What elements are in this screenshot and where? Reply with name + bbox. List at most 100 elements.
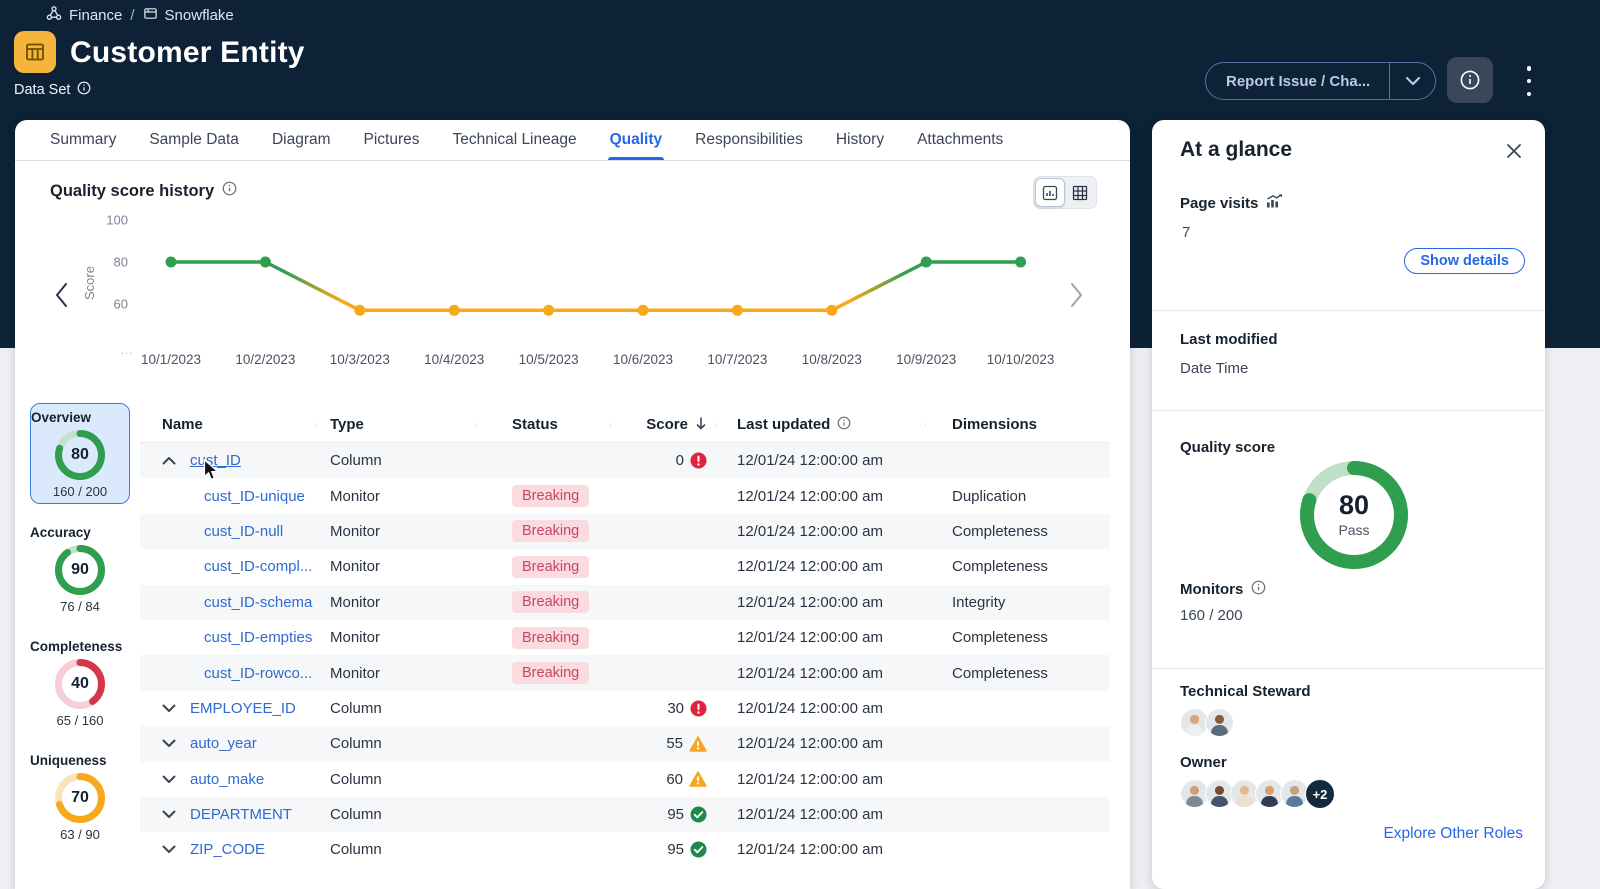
breadcrumb-domain[interactable]: Finance — [46, 5, 122, 25]
gauge-completeness[interactable]: Completeness 40 65 / 160 — [30, 633, 130, 732]
table-row-cust_ID-empties[interactable]: cust_ID-empties Monitor Breaking 12/01/2… — [140, 620, 1110, 655]
expand-row-icon[interactable] — [162, 810, 176, 819]
dimension-cell: Duplication — [952, 487, 1027, 505]
asset-link[interactable]: cust_ID-empties — [204, 629, 312, 646]
svg-text:10/6/2023: 10/6/2023 — [613, 352, 673, 367]
gauge-fraction: 65 / 160 — [56, 713, 104, 728]
divider — [1152, 310, 1545, 311]
svg-text:10/4/2023: 10/4/2023 — [424, 352, 484, 367]
score-cell: 30 — [610, 700, 715, 717]
status-cell: Breaking — [476, 555, 610, 578]
explore-other-roles-link[interactable]: Explore Other Roles — [1383, 825, 1523, 843]
svg-text:10/10/2023: 10/10/2023 — [987, 352, 1055, 367]
owner-overflow-badge[interactable]: +2 — [1305, 779, 1335, 809]
table-row-cust_ID-null[interactable]: cust_ID-null Monitor Breaking 12/01/24 1… — [140, 513, 1110, 550]
table-row-EMPLOYEE_ID[interactable]: EMPLOYEE_ID Column 30 12/01/24 12:00:00 … — [140, 691, 1110, 726]
asset-link[interactable]: cust_ID — [190, 452, 241, 469]
monitors-value: 160 / 200 — [1180, 607, 1243, 624]
table-row-auto_year[interactable]: auto_year Column 55 12/01/24 12:00:00 am — [140, 726, 1110, 762]
report-issue-caret-button[interactable] — [1389, 63, 1435, 99]
gauge-fraction: 160 / 200 — [52, 484, 108, 499]
tab-technical-lineage[interactable]: Technical Lineage — [453, 120, 577, 160]
chart-table-toggle — [1033, 176, 1097, 209]
tab-sample-data[interactable]: Sample Data — [149, 120, 239, 160]
score-value: 30 — [667, 699, 684, 717]
asset-link[interactable]: cust_ID-unique — [204, 488, 305, 505]
info-icon[interactable] — [837, 416, 851, 434]
asset-link[interactable]: auto_make — [190, 771, 264, 788]
svg-text:10/8/2023: 10/8/2023 — [802, 352, 862, 367]
last-updated-cell: 12/01/24 12:00:00 am — [737, 735, 883, 753]
last-updated-cell: 12/01/24 12:00:00 am — [737, 593, 883, 611]
table-row-cust_ID-unique[interactable]: cust_ID-unique Monitor Breaking 12/01/24… — [140, 478, 1110, 513]
asset-link[interactable]: cust_ID-schema — [204, 594, 312, 611]
page-title: Customer Entity — [70, 36, 305, 69]
expand-row-icon[interactable] — [162, 739, 176, 748]
tab-pictures[interactable]: Pictures — [364, 120, 420, 160]
tab-diagram[interactable]: Diagram — [272, 120, 331, 160]
column-header-last-updated[interactable]: Last updated — [715, 416, 925, 434]
asset-link[interactable]: DEPARTMENT — [190, 806, 292, 823]
kebab-menu-button[interactable] — [1520, 66, 1538, 96]
expand-row-icon[interactable] — [162, 775, 176, 784]
asset-link[interactable]: cust_ID-compl... — [204, 558, 312, 575]
gauge-accuracy[interactable]: Accuracy 90 76 / 84 — [30, 519, 130, 618]
gauge-donut: 80 — [55, 430, 105, 480]
owner-label: Owner — [1180, 754, 1227, 771]
gauge-label: Completeness — [30, 639, 123, 654]
table-row-cust_ID-rowco[interactable]: cust_ID-rowco... Monitor Breaking 12/01/… — [140, 655, 1110, 691]
gauge-uniqueness[interactable]: Uniqueness 70 63 / 90 — [30, 747, 130, 846]
expand-row-icon[interactable] — [162, 704, 176, 713]
status-cell: Breaking — [476, 662, 610, 685]
table-view-button[interactable] — [1065, 178, 1095, 207]
table-row-auto_make[interactable]: auto_make Column 60 12/01/24 12:00:00 am — [140, 762, 1110, 797]
tab-responsibilities[interactable]: Responsibilities — [695, 120, 803, 160]
chart-prev-icon[interactable] — [56, 283, 67, 307]
close-icon[interactable] — [1505, 142, 1523, 160]
tab-quality[interactable]: Quality — [607, 120, 664, 160]
table-row-cust_ID-schema[interactable]: cust_ID-schema Monitor Breaking 12/01/24… — [140, 584, 1110, 620]
expand-row-icon[interactable] — [162, 845, 176, 854]
column-header-type[interactable]: Type — [316, 416, 476, 433]
info-icon[interactable] — [77, 81, 91, 99]
gauge-label: Overview — [31, 410, 92, 425]
show-details-button[interactable]: Show details — [1404, 248, 1525, 274]
tab-summary[interactable]: Summary — [50, 120, 116, 160]
table-row-cust_ID[interactable]: cust_ID Column 0 12/01/24 12:00:00 am — [140, 443, 1110, 479]
chart-next-icon[interactable] — [1071, 283, 1082, 307]
asset-link[interactable]: cust_ID-rowco... — [204, 665, 312, 682]
breadcrumb-source[interactable]: Snowflake — [143, 6, 234, 25]
asset-link[interactable]: auto_year — [190, 735, 257, 752]
collapse-row-icon[interactable] — [162, 456, 176, 465]
gauge-donut: 40 — [55, 659, 105, 709]
asset-link[interactable]: ZIP_CODE — [190, 841, 265, 858]
table-row-ZIP_CODE[interactable]: ZIP_CODE Column 95 12/01/24 12:00:00 am — [140, 832, 1110, 867]
last-updated-cell: 12/01/24 12:00:00 am — [737, 699, 883, 717]
column-header-status[interactable]: Status — [476, 416, 610, 433]
column-header-score[interactable]: Score — [610, 416, 715, 434]
status-badge: Breaking — [512, 555, 590, 578]
info-button[interactable] — [1447, 57, 1493, 103]
table-row-cust_ID-compl[interactable]: cust_ID-compl... Monitor Breaking 12/01/… — [140, 549, 1110, 584]
score-cell: 60 — [610, 771, 715, 788]
column-header-dimensions[interactable]: Dimensions — [925, 416, 1110, 433]
info-icon[interactable] — [222, 181, 237, 201]
main-panel: Summary Sample Data Diagram Pictures Technic… — [15, 120, 1130, 889]
type-cell: Monitor — [330, 593, 381, 611]
data-point — [165, 256, 177, 268]
report-issue-button[interactable]: Report Issue / Cha... — [1206, 63, 1389, 99]
asset-link[interactable]: EMPLOYEE_ID — [190, 700, 296, 717]
gauge-overview[interactable]: Overview 80 160 / 200 — [30, 403, 130, 504]
tab-history[interactable]: History — [836, 120, 884, 160]
table-header: Name Type Status Score Last updated Dime… — [140, 407, 1110, 443]
svg-text:100: 100 — [106, 213, 128, 228]
tab-attachments[interactable]: Attachments — [917, 120, 1003, 160]
column-header-name[interactable]: Name — [140, 416, 316, 433]
source-icon — [143, 6, 158, 25]
avatar[interactable] — [1205, 708, 1235, 738]
chart-view-button[interactable] — [1035, 178, 1065, 207]
table-row-DEPARTMENT[interactable]: DEPARTMENT Column 95 12/01/24 12:00:00 a… — [140, 796, 1110, 833]
asset-link[interactable]: cust_ID-null — [204, 523, 283, 540]
type-cell: Column — [330, 770, 382, 788]
info-icon[interactable] — [1251, 580, 1266, 599]
